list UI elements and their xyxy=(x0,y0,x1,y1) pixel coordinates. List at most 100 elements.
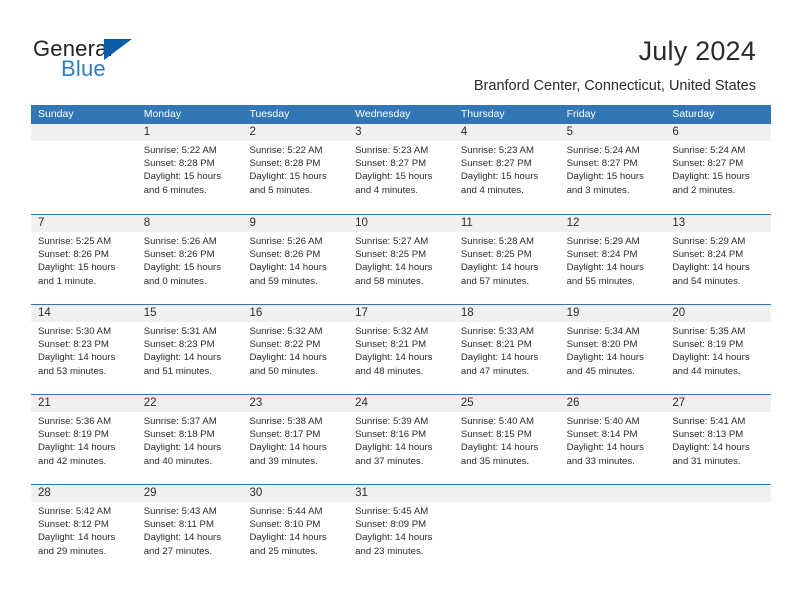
day-cell[interactable]: 6 Sunrise: 5:24 AM Sunset: 8:27 PM Daylight… xyxy=(665,124,772,214)
day-cell[interactable]: 20 Sunrise: 5:35 AM Sunset: 8:19 PM Dayligh… xyxy=(665,305,772,394)
day-cell[interactable]: 26 Sunrise: 5:40 AM Sunset: 8:14 PM Dayligh… xyxy=(559,395,666,484)
day-number: 18 xyxy=(453,305,560,322)
day-cell[interactable]: 21 Sunrise: 5:36 AM Sunset: 8:19 PM Dayligh… xyxy=(31,395,137,484)
day-number: 6 xyxy=(665,124,772,141)
sunset-text: Sunset: 8:11 PM xyxy=(143,519,214,531)
day-details: Sunrise: 5:33 AM Sunset: 8:21 PM Daylight:… xyxy=(454,322,560,378)
day-number: 9 xyxy=(242,215,349,232)
sunset-text: Sunset: 8:26 PM xyxy=(249,249,321,261)
day-cell[interactable]: 28 Sunrise: 5:42 AM Sunset: 8:12 PM Dayligh… xyxy=(31,485,137,574)
daylight-text: Daylight: 15 hours and 6 minutes. xyxy=(143,171,222,196)
day-cell[interactable]: 14 Sunrise: 5:30 AM Sunset: 8:23 PM Dayligh… xyxy=(31,305,137,394)
day-cell[interactable]: 31 Sunrise: 5:45 AM Sunset: 8:09 PM Dayligh… xyxy=(348,485,454,574)
day-cell-empty xyxy=(453,485,560,574)
daylight-text: Daylight: 14 hours and 55 minutes. xyxy=(566,262,644,287)
day-cell[interactable]: 16 Sunrise: 5:32 AM Sunset: 8:22 PM Dayligh… xyxy=(242,305,349,394)
day-cell[interactable]: 27 Sunrise: 5:41 AM Sunset: 8:13 PM Dayligh… xyxy=(665,395,772,484)
day-details: Sunrise: 5:22 AM Sunset: 8:28 PM Daylight:… xyxy=(137,141,243,197)
sunset-text: Sunset: 8:17 PM xyxy=(249,429,321,441)
sunset-text: Sunset: 8:19 PM xyxy=(38,429,109,441)
sunrise-text: Sunrise: 5:23 AM xyxy=(355,145,429,156)
day-cell[interactable]: 23 Sunrise: 5:38 AM Sunset: 8:17 PM Dayligh… xyxy=(242,395,349,484)
day-cell[interactable]: 25 Sunrise: 5:40 AM Sunset: 8:15 PM Dayligh… xyxy=(453,395,560,484)
day-cell[interactable]: 17 Sunrise: 5:32 AM Sunset: 8:21 PM Dayligh… xyxy=(348,305,454,394)
brand-logo[interactable]: General Blue xyxy=(33,36,213,84)
day-number: 4 xyxy=(453,124,560,141)
day-details: Sunrise: 5:30 AM Sunset: 8:23 PM Daylight:… xyxy=(31,322,137,378)
sunset-text: Sunset: 8:28 PM xyxy=(143,158,215,170)
day-cell[interactable]: 29 Sunrise: 5:43 AM Sunset: 8:11 PM Dayligh… xyxy=(136,485,243,574)
day-cell[interactable]: 10 Sunrise: 5:27 AM Sunset: 8:25 PM Dayligh… xyxy=(348,215,454,304)
day-details: Sunrise: 5:42 AM Sunset: 8:12 PM Daylight:… xyxy=(31,502,137,558)
day-details: Sunrise: 5:23 AM Sunset: 8:27 PM Daylight:… xyxy=(348,141,454,197)
sunset-text: Sunset: 8:21 PM xyxy=(460,339,532,351)
day-cell[interactable]: 19 Sunrise: 5:34 AM Sunset: 8:20 PM Dayligh… xyxy=(559,305,666,394)
calendar-page: General Blue July 2024 Branford Center, … xyxy=(0,0,792,612)
sunset-text: Sunset: 8:25 PM xyxy=(460,249,532,261)
day-details: Sunrise: 5:25 AM Sunset: 8:26 PM Daylight:… xyxy=(31,232,137,288)
day-cell[interactable]: 22 Sunrise: 5:37 AM Sunset: 8:18 PM Dayligh… xyxy=(136,395,243,484)
sunset-text: Sunset: 8:10 PM xyxy=(249,519,321,531)
daylight-text: Daylight: 15 hours and 5 minutes. xyxy=(249,171,327,196)
daylight-text: Daylight: 14 hours and 27 minutes. xyxy=(143,532,222,557)
sunrise-text: Sunrise: 5:40 AM xyxy=(566,416,640,427)
sunset-text: Sunset: 8:20 PM xyxy=(566,339,638,351)
daylight-text: Daylight: 14 hours and 59 minutes. xyxy=(249,262,327,287)
sunrise-text: Sunrise: 5:42 AM xyxy=(38,506,112,517)
sunset-text: Sunset: 8:15 PM xyxy=(460,429,532,441)
daylight-text: Daylight: 14 hours and 25 minutes. xyxy=(249,532,327,557)
sunset-text: Sunset: 8:24 PM xyxy=(672,249,744,261)
day-number: 26 xyxy=(559,395,666,412)
day-details: Sunrise: 5:41 AM Sunset: 8:13 PM Daylight:… xyxy=(665,412,771,468)
sunrise-text: Sunrise: 5:41 AM xyxy=(672,416,746,427)
day-cell[interactable]: 11 Sunrise: 5:28 AM Sunset: 8:25 PM Dayligh… xyxy=(453,215,560,304)
day-cell[interactable]: 12 Sunrise: 5:29 AM Sunset: 8:24 PM Dayligh… xyxy=(559,215,666,304)
day-cell[interactable]: 5 Sunrise: 5:24 AM Sunset: 8:27 PM Daylight… xyxy=(559,124,666,214)
day-number: 15 xyxy=(136,305,243,322)
page-location: Branford Center, Connecticut, United Sta… xyxy=(473,78,756,94)
day-details: Sunrise: 5:23 AM Sunset: 8:27 PM Daylight:… xyxy=(454,141,560,197)
day-cell[interactable]: 1 Sunrise: 5:22 AM Sunset: 8:28 PM Daylight… xyxy=(136,124,243,214)
calendar-grid: Sunday Monday Tuesday Wednesday Thursday Frid… xyxy=(31,105,772,574)
day-cell[interactable]: 3 Sunrise: 5:23 AM Sunset: 8:27 PM Daylight… xyxy=(348,124,454,214)
day-number: 31 xyxy=(348,485,454,502)
day-number: 21 xyxy=(31,395,137,412)
sunrise-text: Sunrise: 5:32 AM xyxy=(249,326,323,337)
sunrise-text: Sunrise: 5:37 AM xyxy=(143,416,217,427)
day-cell-empty xyxy=(665,485,772,574)
weekday-header-saturday: Saturday xyxy=(672,108,715,120)
daylight-text: Daylight: 14 hours and 47 minutes. xyxy=(460,352,539,377)
day-details: Sunrise: 5:26 AM Sunset: 8:26 PM Daylight:… xyxy=(137,232,243,288)
daylight-text: Daylight: 14 hours and 45 minutes. xyxy=(566,352,644,377)
day-cell[interactable]: 13 Sunrise: 5:29 AM Sunset: 8:24 PM Dayligh… xyxy=(665,215,772,304)
day-cell[interactable]: 30 Sunrise: 5:44 AM Sunset: 8:10 PM Dayligh… xyxy=(242,485,349,574)
day-details: Sunrise: 5:31 AM Sunset: 8:23 PM Daylight:… xyxy=(137,322,243,378)
day-number: 8 xyxy=(136,215,243,232)
sunrise-text: Sunrise: 5:29 AM xyxy=(566,236,640,247)
day-details: Sunrise: 5:45 AM Sunset: 8:09 PM Daylight:… xyxy=(348,502,454,558)
sunset-text: Sunset: 8:22 PM xyxy=(249,339,321,351)
day-number: 12 xyxy=(559,215,666,232)
sunset-text: Sunset: 8:12 PM xyxy=(38,519,109,531)
sunrise-text: Sunrise: 5:35 AM xyxy=(672,326,746,337)
day-cell[interactable]: 18 Sunrise: 5:33 AM Sunset: 8:21 PM Dayligh… xyxy=(453,305,560,394)
sunset-text: Sunset: 8:09 PM xyxy=(355,519,427,531)
sunrise-text: Sunrise: 5:27 AM xyxy=(355,236,429,247)
sunset-text: Sunset: 8:13 PM xyxy=(672,429,744,441)
sunrise-text: Sunrise: 5:22 AM xyxy=(249,145,323,156)
day-cell[interactable]: 2 Sunrise: 5:22 AM Sunset: 8:28 PM Daylight… xyxy=(242,124,349,214)
day-cell[interactable]: 15 Sunrise: 5:31 AM Sunset: 8:23 PM Dayligh… xyxy=(136,305,243,394)
day-number: 16 xyxy=(242,305,349,322)
day-cell[interactable]: 4 Sunrise: 5:23 AM Sunset: 8:27 PM Daylight… xyxy=(453,124,560,214)
page-title: July 2024 xyxy=(638,36,756,66)
day-cell[interactable]: 24 Sunrise: 5:39 AM Sunset: 8:16 PM Dayligh… xyxy=(348,395,454,484)
sunset-text: Sunset: 8:18 PM xyxy=(143,429,215,441)
day-cell[interactable]: 9 Sunrise: 5:26 AM Sunset: 8:26 PM Daylight… xyxy=(242,215,349,304)
sunrise-text: Sunrise: 5:44 AM xyxy=(249,506,323,517)
day-details: Sunrise: 5:35 AM Sunset: 8:19 PM Daylight:… xyxy=(665,322,771,378)
sunset-text: Sunset: 8:27 PM xyxy=(566,158,638,170)
daylight-text: Daylight: 15 hours and 4 minutes. xyxy=(355,171,433,196)
day-cell[interactable]: 7 Sunrise: 5:25 AM Sunset: 8:26 PM Daylight… xyxy=(31,215,137,304)
day-cell[interactable]: 8 Sunrise: 5:26 AM Sunset: 8:26 PM Daylight… xyxy=(136,215,243,304)
sunrise-text: Sunrise: 5:43 AM xyxy=(143,506,217,517)
